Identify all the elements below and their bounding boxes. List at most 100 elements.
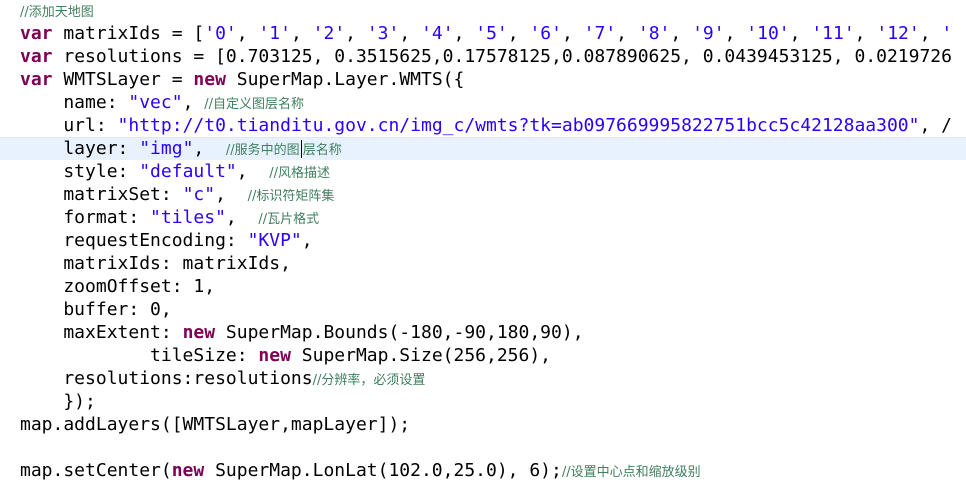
code-token: , bbox=[225, 207, 259, 228]
code-line[interactable]: map.setCenter(new SuperMap.LonLat(102.0,… bbox=[0, 459, 966, 482]
code-line-current[interactable]: layer: "img", //服务中的图 层名称 bbox=[0, 137, 966, 160]
code-token: buffer: 0, bbox=[20, 299, 172, 320]
code-token: matrixSet: bbox=[20, 184, 183, 205]
code-line[interactable]: var resolutions = [0.703125, 0.3515625,0… bbox=[0, 45, 966, 68]
comment-token: //风格描述 bbox=[269, 166, 331, 181]
string-token: '11' bbox=[811, 23, 855, 44]
code-token: maxExtent: bbox=[20, 322, 183, 343]
comment-token: //自定义图层名称 bbox=[204, 97, 305, 112]
code-line[interactable]: matrixIds: matrixIds, bbox=[0, 252, 966, 275]
code-line[interactable]: tileSize: new SuperMap.Size(256,256), bbox=[0, 344, 966, 367]
code-line[interactable]: style: "default", //风格描述 bbox=[0, 160, 966, 183]
code-token: , bbox=[561, 23, 584, 44]
keyword-token: var bbox=[20, 46, 53, 67]
comment-token: 层名称 bbox=[302, 143, 342, 158]
code-line[interactable]: name: "vec", //自定义图层名称 bbox=[0, 91, 966, 114]
code-line-content: maxExtent: new SuperMap.Bounds(-180,-90,… bbox=[0, 322, 584, 343]
code-token: , bbox=[290, 23, 313, 44]
string-token: '10' bbox=[746, 23, 790, 44]
code-line-content: var resolutions = [0.703125, 0.3515625,0… bbox=[0, 46, 952, 67]
code-token: , bbox=[919, 23, 942, 44]
code-token: , bbox=[616, 23, 638, 44]
code-line-content: map.setCenter(new SuperMap.LonLat(102.0,… bbox=[0, 460, 701, 481]
string-token: "KVP" bbox=[247, 230, 302, 251]
code-line[interactable]: format: "tiles", //瓦片格式 bbox=[0, 206, 966, 229]
code-line-content: resolutions:resolutions//分辨率，必须设置 bbox=[0, 368, 425, 389]
code-line-content: format: "tiles", //瓦片格式 bbox=[0, 207, 319, 228]
code-token: map.setCenter( bbox=[20, 460, 172, 481]
code-token: }); bbox=[20, 391, 96, 412]
code-line[interactable]: zoomOffset: 1, bbox=[0, 275, 966, 298]
string-token: '7' bbox=[583, 23, 617, 44]
code-token: , / bbox=[919, 115, 952, 136]
comment-token: //添加天地图 bbox=[20, 5, 94, 20]
keyword-token: new bbox=[182, 322, 216, 343]
comment-token: //服务中的图 bbox=[225, 143, 300, 158]
code-line[interactable]: //添加天地图 bbox=[0, 0, 966, 22]
code-line[interactable]: }); bbox=[0, 390, 966, 413]
code-token: resolutions:resolutions bbox=[20, 368, 313, 389]
code-line-content: matrixSet: "c", //标识符矩阵集 bbox=[0, 184, 334, 205]
keyword-token: var bbox=[20, 23, 53, 44]
code-line-content: matrixIds: matrixIds, bbox=[0, 253, 291, 274]
code-token: SuperMap.Bounds(-180,-90,180,90), bbox=[215, 322, 584, 343]
keyword-token: var bbox=[20, 69, 53, 90]
comment-token: //瓦片格式 bbox=[258, 212, 320, 227]
code-line-content: var WMTSLayer = new SuperMap.Layer.WMTS(… bbox=[0, 69, 464, 90]
code-line-content: buffer: 0, bbox=[0, 299, 172, 320]
code-token: requestEncoding: bbox=[20, 230, 248, 251]
code-editor[interactable]: //添加天地图 var matrixIds = ['0', '1', '2', '… bbox=[0, 0, 966, 499]
code-line-content: requestEncoding: "KVP", bbox=[0, 230, 313, 251]
code-token: , bbox=[301, 230, 313, 251]
code-token: , bbox=[724, 23, 747, 44]
code-token: , bbox=[854, 23, 877, 44]
code-line[interactable]: var WMTSLayer = new SuperMap.Layer.WMTS(… bbox=[0, 68, 966, 91]
code-token: , bbox=[345, 23, 367, 44]
keyword-token: new bbox=[171, 460, 205, 481]
string-token: "tiles" bbox=[150, 207, 226, 228]
comment-token: //分辨率，必须设置 bbox=[312, 373, 426, 388]
code-line[interactable]: matrixSet: "c", //标识符矩阵集 bbox=[0, 183, 966, 206]
code-line[interactable]: url: "http://t0.tianditu.gov.cn/img_c/wm… bbox=[0, 114, 966, 137]
code-line[interactable]: resolutions:resolutions//分辨率，必须设置 bbox=[0, 367, 966, 390]
code-line[interactable] bbox=[0, 436, 966, 459]
string-token: "default" bbox=[139, 161, 237, 182]
code-line[interactable]: map.addLayers([WMTSLayer,mapLayer]); bbox=[0, 413, 966, 436]
code-token: , bbox=[670, 23, 693, 44]
code-token: , bbox=[236, 23, 259, 44]
code-token: SuperMap.LonLat(102.0,25.0), 6); bbox=[204, 460, 562, 481]
code-line-content: zoomOffset: 1, bbox=[0, 276, 215, 297]
string-token: '5' bbox=[475, 23, 508, 44]
code-line-content: style: "default", //风格描述 bbox=[0, 161, 330, 182]
code-token: , bbox=[399, 23, 422, 44]
code-token: map.addLayers([WMTSLayer,mapLayer]); bbox=[20, 414, 411, 435]
code-token: SuperMap.Size(256,256), bbox=[290, 345, 552, 366]
string-token: '6' bbox=[529, 23, 562, 44]
text-caret bbox=[300, 140, 302, 158]
code-token: style: bbox=[20, 161, 140, 182]
code-line[interactable]: buffer: 0, bbox=[0, 298, 966, 321]
code-token: resolutions = [0.703125, 0.3515625,0.175… bbox=[52, 46, 952, 67]
code-line-content: layer: "img", //服务中的图 层名称 bbox=[0, 138, 342, 159]
code-token: tileSize: bbox=[20, 345, 259, 366]
code-token: zoomOffset: 1, bbox=[20, 276, 216, 297]
string-token: '9' bbox=[692, 23, 725, 44]
string-token: "http://t0.tianditu.gov.cn/img_c/wmts?tk… bbox=[117, 115, 920, 136]
code-line-content: name: "vec", //自定义图层名称 bbox=[0, 92, 304, 113]
code-token: name: bbox=[20, 92, 129, 113]
string-token: '0' bbox=[204, 23, 237, 44]
keyword-token: new bbox=[258, 345, 291, 366]
code-line[interactable]: requestEncoding: "KVP", bbox=[0, 229, 966, 252]
code-token: , bbox=[453, 23, 476, 44]
code-token: SuperMap.Layer.WMTS({ bbox=[225, 69, 465, 90]
code-line-content bbox=[0, 437, 20, 458]
code-token: WMTSLayer = bbox=[52, 69, 194, 90]
string-token: '2' bbox=[312, 23, 346, 44]
code-line[interactable]: var matrixIds = ['0', '1', '2', '3', '4'… bbox=[0, 22, 966, 45]
code-line[interactable]: maxExtent: new SuperMap.Bounds(-180,-90,… bbox=[0, 321, 966, 344]
string-token: '4' bbox=[421, 23, 454, 44]
string-token: ' bbox=[941, 23, 953, 44]
string-token: '12' bbox=[876, 23, 920, 44]
code-line-content: var matrixIds = ['0', '1', '2', '3', '4'… bbox=[0, 23, 952, 44]
code-token: , bbox=[789, 23, 812, 44]
